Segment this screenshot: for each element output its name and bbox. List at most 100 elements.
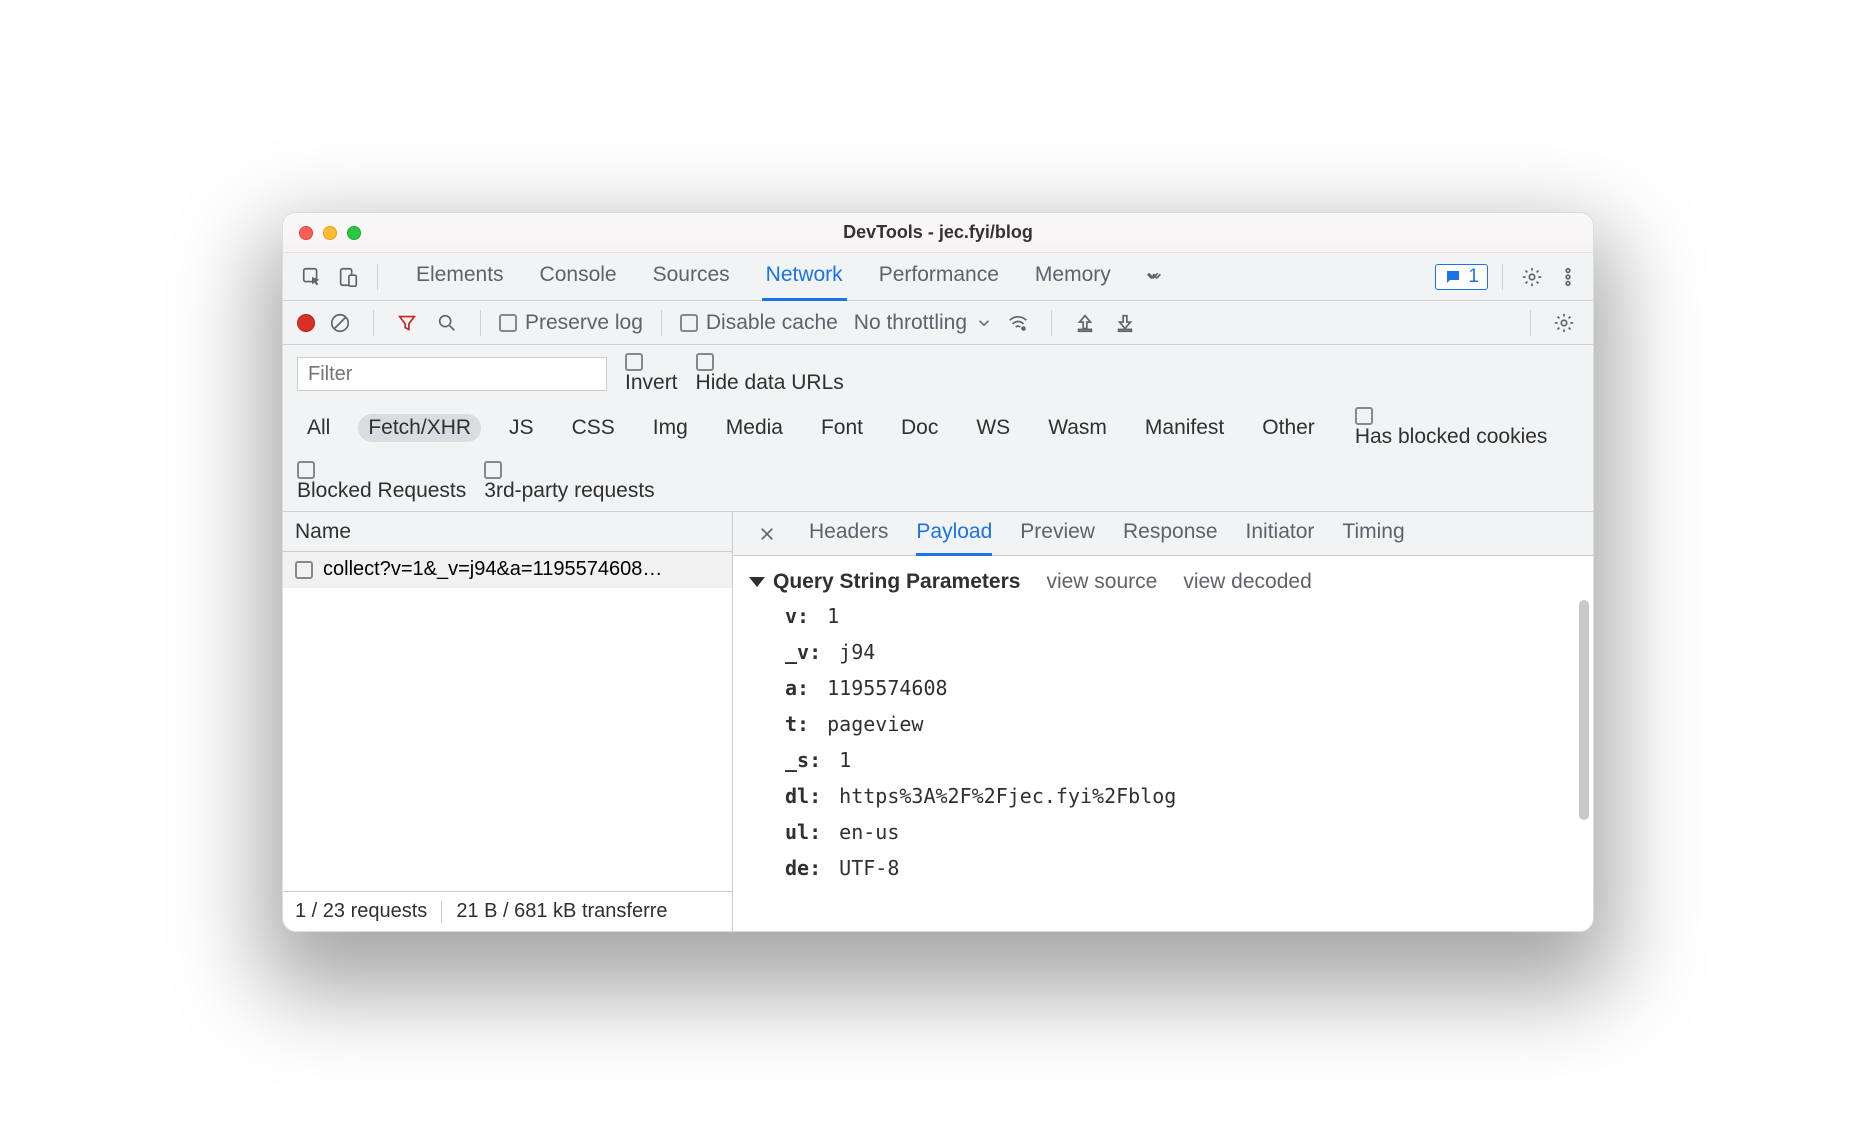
- main-tabs-row: Elements Console Sources Network Performance…: [283, 253, 1593, 301]
- param-key: dl:: [785, 784, 821, 808]
- issues-chip[interactable]: 1: [1435, 264, 1488, 290]
- param-row: _s: 1: [785, 748, 1577, 772]
- hide-data-urls-label: Hide data URLs: [696, 371, 844, 394]
- preserve-log-toggle[interactable]: Preserve log: [499, 311, 643, 335]
- param-row: de: UTF-8: [785, 856, 1577, 880]
- detail-panel: Headers Payload Preview Response Initiator Ti…: [733, 512, 1593, 931]
- blocked-requests-checkbox[interactable]: [297, 461, 315, 479]
- view-decoded-link[interactable]: view decoded: [1183, 570, 1311, 594]
- detail-tab-headers[interactable]: Headers: [809, 512, 888, 556]
- hide-data-urls-checkbox[interactable]: [696, 353, 714, 371]
- view-source-link[interactable]: view source: [1046, 570, 1157, 594]
- type-filter-img[interactable]: Img: [643, 414, 698, 442]
- network-settings-gear-icon[interactable]: [1549, 308, 1579, 338]
- tab-console[interactable]: Console: [536, 253, 621, 301]
- invert-checkbox[interactable]: [625, 353, 643, 371]
- preserve-log-checkbox[interactable]: [499, 314, 517, 332]
- blocked-requests-label: Blocked Requests: [297, 479, 466, 502]
- tab-network[interactable]: Network: [762, 253, 847, 301]
- divider: [1502, 264, 1503, 290]
- network-conditions-icon[interactable]: [1003, 308, 1033, 338]
- param-key: t:: [785, 712, 809, 736]
- type-filter-other[interactable]: Other: [1252, 414, 1325, 442]
- device-toggle-icon[interactable]: [333, 262, 363, 292]
- preserve-log-label: Preserve log: [525, 311, 643, 335]
- clear-icon[interactable]: [325, 308, 355, 338]
- search-icon[interactable]: [432, 308, 462, 338]
- detail-tabs: Headers Payload Preview Response Initiator Ti…: [733, 512, 1593, 556]
- scrollbar-thumb[interactable]: [1579, 600, 1589, 820]
- blocked-requests-toggle[interactable]: Blocked Requests: [297, 461, 466, 503]
- type-filter-media[interactable]: Media: [716, 414, 793, 442]
- disable-cache-toggle[interactable]: Disable cache: [680, 311, 838, 335]
- third-party-toggle[interactable]: 3rd-party requests: [484, 461, 654, 503]
- param-row: dl: https%3A%2F%2Fjec.fyi%2Fblog: [785, 784, 1577, 808]
- type-filter-fetch-xhr[interactable]: Fetch/XHR: [358, 414, 481, 442]
- divider: [661, 310, 662, 336]
- invert-toggle[interactable]: Invert: [625, 353, 678, 395]
- status-requests: 1 / 23 requests: [295, 900, 427, 923]
- has-blocked-cookies-toggle[interactable]: Has blocked cookies: [1355, 407, 1548, 449]
- content-split: Name collect?v=1&_v=j94&a=1195574608… 1 …: [283, 512, 1593, 931]
- titlebar: DevTools - jec.fyi/blog: [283, 213, 1593, 253]
- param-row: a: 1195574608: [785, 676, 1577, 700]
- window-title: DevTools - jec.fyi/blog: [283, 222, 1593, 243]
- type-filter-font[interactable]: Font: [811, 414, 873, 442]
- record-button[interactable]: [297, 314, 315, 332]
- has-blocked-cookies-checkbox[interactable]: [1355, 407, 1373, 425]
- minimize-window-button[interactable]: [323, 226, 337, 240]
- traffic-lights: [299, 226, 361, 240]
- third-party-label: 3rd-party requests: [484, 479, 654, 502]
- chevron-down-icon: [975, 314, 993, 332]
- param-value: en-us: [827, 820, 899, 844]
- tab-elements[interactable]: Elements: [412, 253, 508, 301]
- hide-data-urls-toggle[interactable]: Hide data URLs: [696, 353, 844, 395]
- detail-tab-payload[interactable]: Payload: [916, 512, 992, 556]
- close-window-button[interactable]: [299, 226, 313, 240]
- type-filter-doc[interactable]: Doc: [891, 414, 948, 442]
- tab-memory[interactable]: Memory: [1031, 253, 1115, 301]
- kebab-menu-icon[interactable]: [1553, 262, 1583, 292]
- divider: [1051, 310, 1052, 336]
- filter-input[interactable]: [297, 357, 607, 391]
- download-har-icon[interactable]: [1110, 308, 1140, 338]
- request-row[interactable]: collect?v=1&_v=j94&a=1195574608…: [283, 552, 732, 588]
- filter-funnel-icon[interactable]: [392, 308, 422, 338]
- detail-tab-initiator[interactable]: Initiator: [1246, 512, 1315, 556]
- type-filter-manifest[interactable]: Manifest: [1135, 414, 1234, 442]
- has-blocked-cookies-label: Has blocked cookies: [1355, 425, 1548, 448]
- param-key: v:: [785, 604, 809, 628]
- disable-cache-label: Disable cache: [706, 311, 838, 335]
- type-filter-js[interactable]: JS: [499, 414, 544, 442]
- detail-tab-preview[interactable]: Preview: [1020, 512, 1095, 556]
- upload-har-icon[interactable]: [1070, 308, 1100, 338]
- type-filter-css[interactable]: CSS: [562, 414, 625, 442]
- close-detail-icon[interactable]: [753, 520, 781, 548]
- detail-tab-response[interactable]: Response: [1123, 512, 1218, 556]
- disclosure-triangle-icon[interactable]: [749, 577, 765, 587]
- detail-body: Query String Parameters view source view…: [733, 556, 1593, 931]
- third-party-checkbox[interactable]: [484, 461, 502, 479]
- tab-sources[interactable]: Sources: [649, 253, 734, 301]
- maximize-window-button[interactable]: [347, 226, 361, 240]
- param-key: a:: [785, 676, 809, 700]
- column-header-name[interactable]: Name: [283, 512, 732, 552]
- settings-gear-icon[interactable]: [1517, 262, 1547, 292]
- type-filter-all[interactable]: All: [297, 414, 340, 442]
- detail-tab-timing[interactable]: Timing: [1342, 512, 1404, 556]
- throttling-select[interactable]: No throttling: [854, 311, 993, 335]
- requests-panel: Name collect?v=1&_v=j94&a=1195574608… 1 …: [283, 512, 733, 931]
- network-toolbar: Preserve log Disable cache No throttling: [283, 301, 1593, 345]
- inspect-icon[interactable]: [297, 262, 327, 292]
- type-filter-ws[interactable]: WS: [966, 414, 1020, 442]
- param-value: UTF-8: [827, 856, 899, 880]
- tab-performance[interactable]: Performance: [875, 253, 1003, 301]
- section-header[interactable]: Query String Parameters view source view…: [749, 570, 1577, 594]
- type-filter-wasm[interactable]: Wasm: [1038, 414, 1117, 442]
- request-row-checkbox[interactable]: [295, 561, 313, 579]
- divider: [1530, 310, 1531, 336]
- disable-cache-checkbox[interactable]: [680, 314, 698, 332]
- more-tabs-chevrons-icon[interactable]: [1139, 262, 1169, 292]
- param-key: de:: [785, 856, 821, 880]
- divider: [373, 310, 374, 336]
